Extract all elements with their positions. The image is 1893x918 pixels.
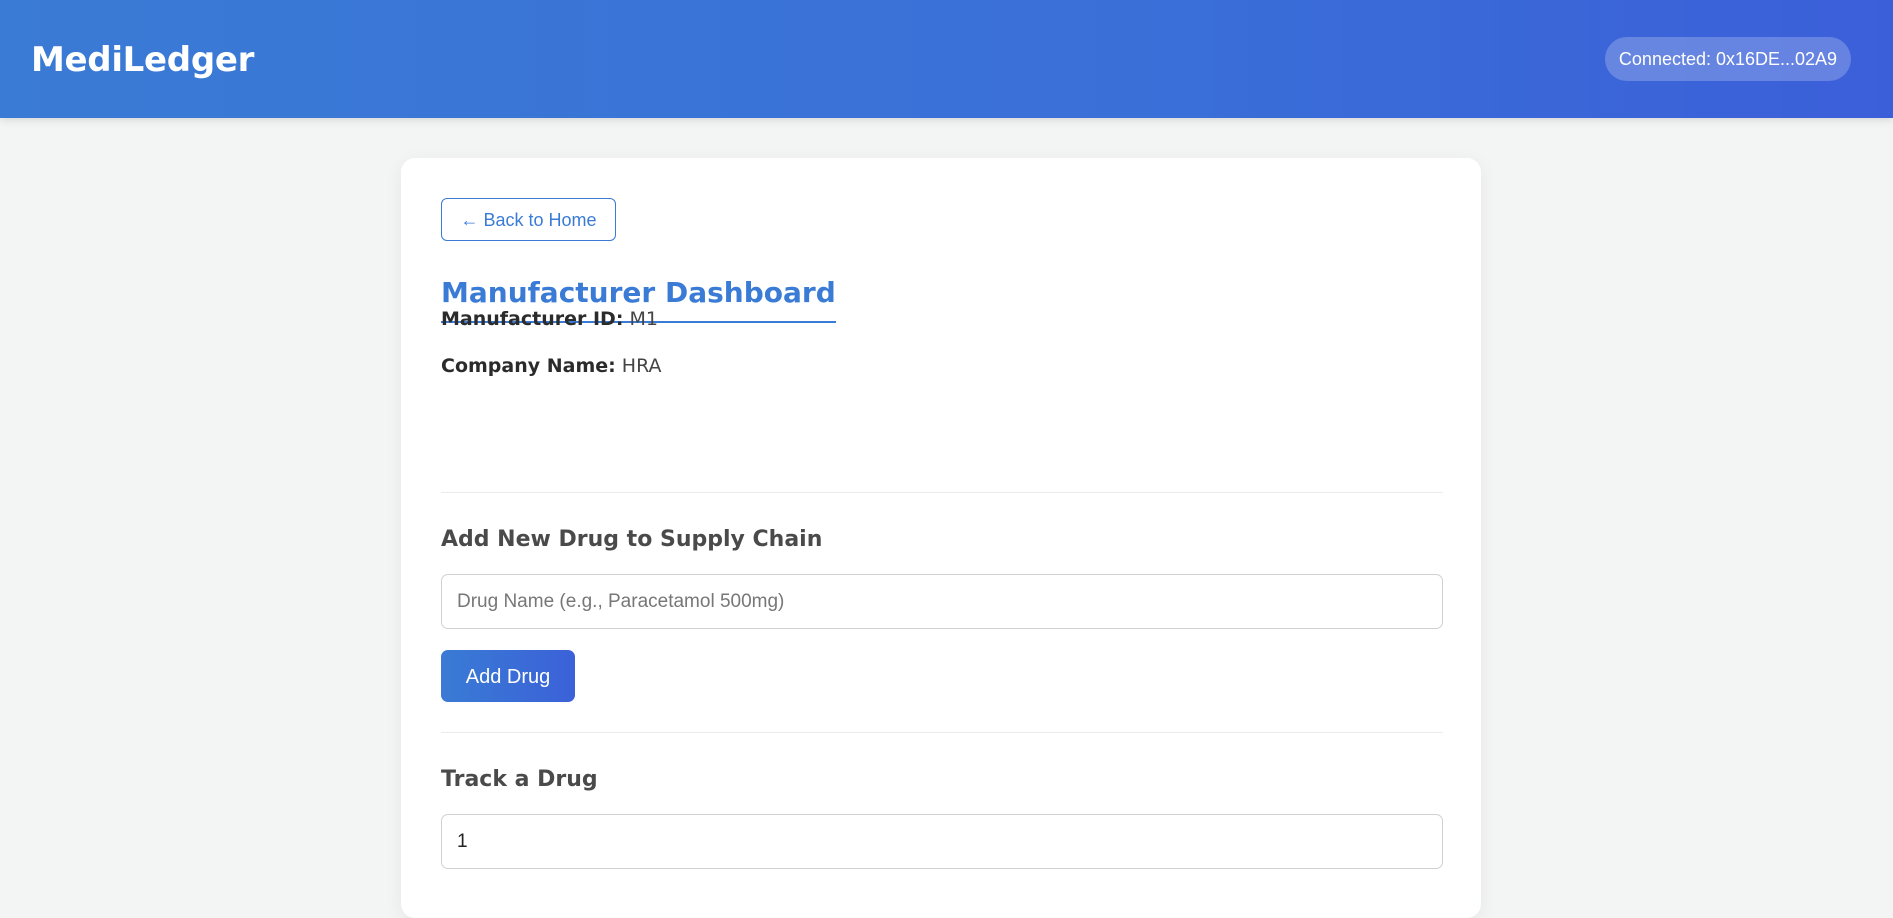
company-name-row: Company Name: HRA: [441, 353, 662, 379]
company-name-value: HRA: [621, 355, 662, 377]
section-divider: [441, 732, 1443, 733]
app-header: MediLedger Connected: 0x16DE...02A9: [0, 0, 1893, 118]
manufacturer-id-value: M1: [629, 308, 658, 330]
track-drug-section-title: Track a Drug: [441, 767, 598, 792]
company-name-label: Company Name:: [441, 355, 616, 377]
back-to-home-button[interactable]: ← Back to Home: [441, 198, 616, 241]
drug-name-input[interactable]: [441, 574, 1443, 629]
dashboard-card: ← Back to Home Manufacturer Dashboard Ma…: [401, 158, 1481, 918]
manufacturer-id-label: Manufacturer ID:: [441, 308, 624, 330]
add-drug-button[interactable]: Add Drug: [441, 650, 575, 702]
wallet-connection-badge[interactable]: Connected: 0x16DE...02A9: [1605, 37, 1851, 81]
track-drug-id-input[interactable]: [441, 814, 1443, 869]
app-logo-title: MediLedger: [31, 40, 255, 80]
section-divider: [441, 492, 1443, 493]
add-drug-section-title: Add New Drug to Supply Chain: [441, 527, 823, 552]
manufacturer-id-row: Manufacturer ID: M1: [441, 306, 658, 332]
